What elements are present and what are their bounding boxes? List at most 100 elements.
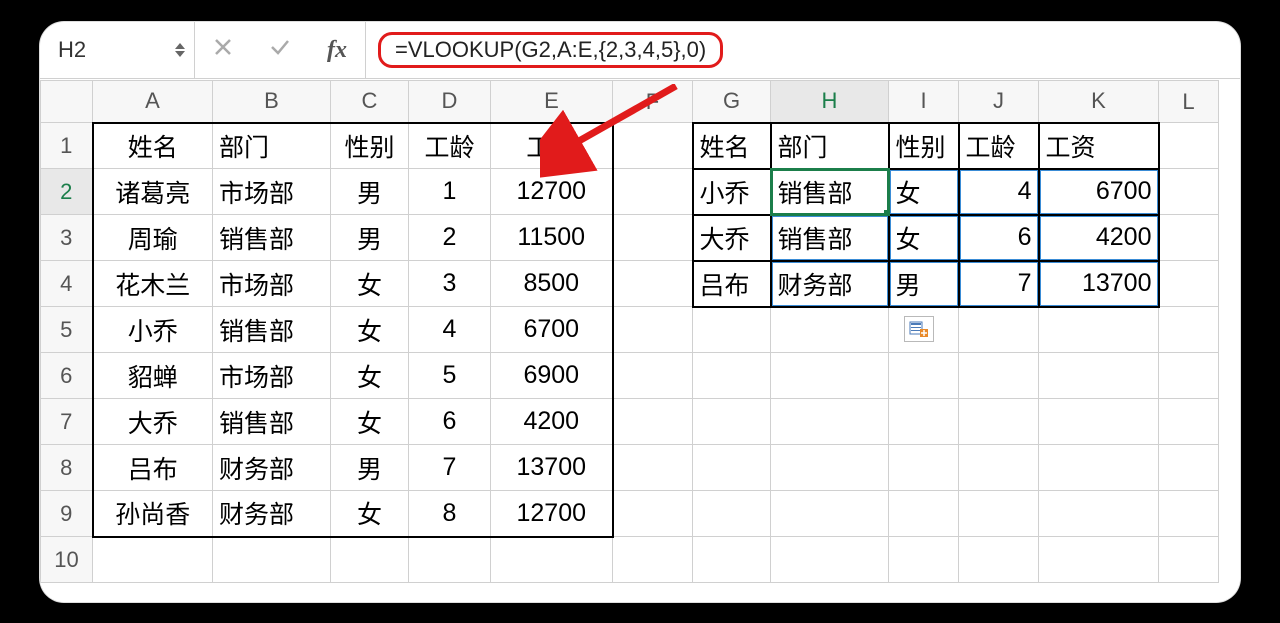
cell-C9[interactable]: 女 <box>331 491 409 537</box>
cell-C7[interactable]: 女 <box>331 399 409 445</box>
cell-B8[interactable]: 财务部 <box>213 445 331 491</box>
cell-I4[interactable]: 男 <box>889 261 959 307</box>
fx-icon[interactable]: fx <box>327 37 347 64</box>
row-header-4[interactable]: 4 <box>41 261 93 307</box>
cell-G3[interactable]: 大乔 <box>693 215 771 261</box>
cell-G2[interactable]: 小乔 <box>693 169 771 215</box>
cell-D7[interactable]: 6 <box>409 399 491 445</box>
cell-G9[interactable] <box>693 491 771 537</box>
cell-L3[interactable] <box>1159 215 1219 261</box>
cell-G8[interactable] <box>693 445 771 491</box>
cell-A10[interactable] <box>93 537 213 583</box>
cell-I2[interactable]: 女 <box>889 169 959 215</box>
cell-C6[interactable]: 女 <box>331 353 409 399</box>
cell-H9[interactable] <box>771 491 889 537</box>
row-header-3[interactable]: 3 <box>41 215 93 261</box>
cell-A6[interactable]: 貂蝉 <box>93 353 213 399</box>
cell-D2[interactable]: 1 <box>409 169 491 215</box>
cell-J1[interactable]: 工龄 <box>959 123 1039 169</box>
cell-L7[interactable] <box>1159 399 1219 445</box>
cell-H8[interactable] <box>771 445 889 491</box>
cell-D4[interactable]: 3 <box>409 261 491 307</box>
cell-F9[interactable] <box>613 491 693 537</box>
cell-E3[interactable]: 11500 <box>491 215 613 261</box>
cell-H4[interactable]: 财务部 <box>771 261 889 307</box>
cell-A3[interactable]: 周瑜 <box>93 215 213 261</box>
col-header-E[interactable]: E <box>491 81 613 123</box>
cell-L1[interactable] <box>1159 123 1219 169</box>
cell-K1[interactable]: 工资 <box>1039 123 1159 169</box>
cell-H5[interactable] <box>771 307 889 353</box>
cell-K4[interactable]: 13700 <box>1039 261 1159 307</box>
cell-B5[interactable]: 销售部 <box>213 307 331 353</box>
col-header-K[interactable]: K <box>1039 81 1159 123</box>
cell-F3[interactable] <box>613 215 693 261</box>
name-box-spinner[interactable] <box>174 42 186 58</box>
cell-E8[interactable]: 13700 <box>491 445 613 491</box>
row-header-2[interactable]: 2 <box>41 169 93 215</box>
col-header-G[interactable]: G <box>693 81 771 123</box>
cell-C8[interactable]: 男 <box>331 445 409 491</box>
cell-D6[interactable]: 5 <box>409 353 491 399</box>
cell-L9[interactable] <box>1159 491 1219 537</box>
cell-K8[interactable] <box>1039 445 1159 491</box>
cell-G10[interactable] <box>693 537 771 583</box>
cell-K3[interactable]: 4200 <box>1039 215 1159 261</box>
cell-E6[interactable]: 6900 <box>491 353 613 399</box>
cell-K6[interactable] <box>1039 353 1159 399</box>
cancel-formula-button[interactable] <box>213 37 233 63</box>
cells-grid[interactable]: ABCDEFGHIJKL 1姓名部门性别工龄工资姓名部门性别工龄工资2诸葛亮市场… <box>40 80 1219 583</box>
cell-I1[interactable]: 性别 <box>889 123 959 169</box>
col-header-L[interactable]: L <box>1159 81 1219 123</box>
cell-E1[interactable]: 工资 <box>491 123 613 169</box>
cell-K2[interactable]: 6700 <box>1039 169 1159 215</box>
cell-A5[interactable]: 小乔 <box>93 307 213 353</box>
cell-I10[interactable] <box>889 537 959 583</box>
row-header-1[interactable]: 1 <box>41 123 93 169</box>
cell-C5[interactable]: 女 <box>331 307 409 353</box>
row-header-6[interactable]: 6 <box>41 353 93 399</box>
cell-A8[interactable]: 吕布 <box>93 445 213 491</box>
cell-J8[interactable] <box>959 445 1039 491</box>
accept-formula-button[interactable] <box>269 37 291 63</box>
cell-A1[interactable]: 姓名 <box>93 123 213 169</box>
cell-L4[interactable] <box>1159 261 1219 307</box>
col-header-H[interactable]: H <box>771 81 889 123</box>
cell-I7[interactable] <box>889 399 959 445</box>
col-header-A[interactable]: A <box>93 81 213 123</box>
cell-F10[interactable] <box>613 537 693 583</box>
cell-A4[interactable]: 花木兰 <box>93 261 213 307</box>
col-header-I[interactable]: I <box>889 81 959 123</box>
col-header-D[interactable]: D <box>409 81 491 123</box>
cell-H7[interactable] <box>771 399 889 445</box>
cell-L2[interactable] <box>1159 169 1219 215</box>
cell-B7[interactable]: 销售部 <box>213 399 331 445</box>
cell-D9[interactable]: 8 <box>409 491 491 537</box>
cell-G7[interactable] <box>693 399 771 445</box>
cell-B9[interactable]: 财务部 <box>213 491 331 537</box>
cell-K7[interactable] <box>1039 399 1159 445</box>
cell-K10[interactable] <box>1039 537 1159 583</box>
row-header-5[interactable]: 5 <box>41 307 93 353</box>
cell-D5[interactable]: 4 <box>409 307 491 353</box>
cell-G5[interactable] <box>693 307 771 353</box>
cell-J6[interactable] <box>959 353 1039 399</box>
sheet-area[interactable]: ABCDEFGHIJKL 1姓名部门性别工龄工资姓名部门性别工龄工资2诸葛亮市场… <box>40 80 1240 602</box>
cell-B6[interactable]: 市场部 <box>213 353 331 399</box>
cell-G4[interactable]: 吕布 <box>693 261 771 307</box>
cell-F7[interactable] <box>613 399 693 445</box>
cell-E5[interactable]: 6700 <box>491 307 613 353</box>
cell-G1[interactable]: 姓名 <box>693 123 771 169</box>
col-header-J[interactable]: J <box>959 81 1039 123</box>
cell-E2[interactable]: 12700 <box>491 169 613 215</box>
cell-D1[interactable]: 工龄 <box>409 123 491 169</box>
cell-D3[interactable]: 2 <box>409 215 491 261</box>
cell-C2[interactable]: 男 <box>331 169 409 215</box>
cell-H10[interactable] <box>771 537 889 583</box>
cell-E7[interactable]: 4200 <box>491 399 613 445</box>
col-header-B[interactable]: B <box>213 81 331 123</box>
cell-F8[interactable] <box>613 445 693 491</box>
cell-H6[interactable] <box>771 353 889 399</box>
cell-L6[interactable] <box>1159 353 1219 399</box>
cell-C1[interactable]: 性别 <box>331 123 409 169</box>
